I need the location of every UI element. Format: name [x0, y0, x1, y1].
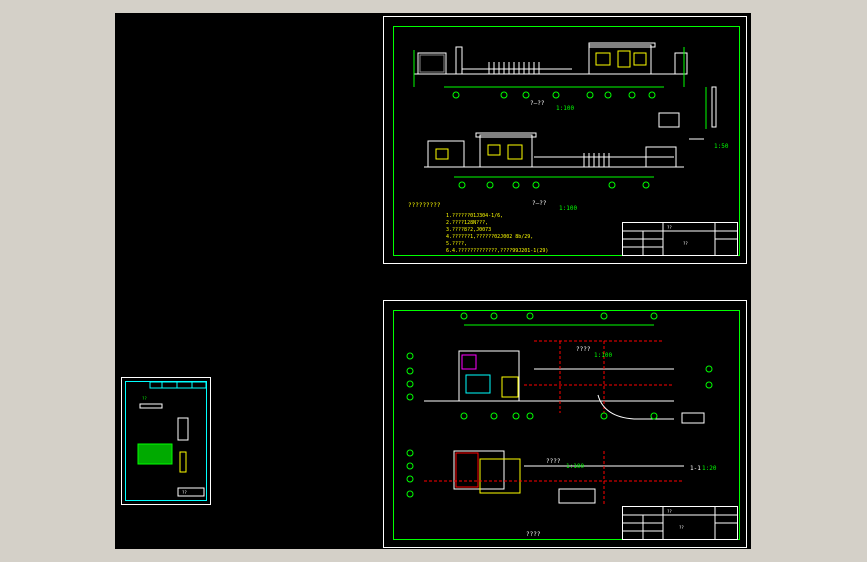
- sheet-plans[interactable]: ???? 1:100 ???? 1:100 1-1 1:20 ???? ?? ?…: [383, 300, 747, 548]
- title-block-plans-drawing-no: ??: [667, 509, 672, 514]
- plan-b-title: ????: [546, 458, 561, 465]
- detail-drawing: [137, 381, 207, 497]
- plan-a-scale: 1:100: [594, 352, 613, 359]
- plan-b-scale: 1:100: [566, 463, 585, 470]
- title-block-drawing-no: ??: [667, 225, 672, 230]
- detail-label-scale: 1:20: [702, 465, 717, 472]
- title-block-sheet: ??: [683, 241, 688, 246]
- section-b-title: ?—??: [532, 200, 547, 207]
- section-b-scale: 1:100: [559, 205, 578, 212]
- section-a-scale: 1:100: [556, 105, 575, 112]
- note-1: 1.??????01J304-1/6,: [446, 213, 504, 219]
- foundation-title: ????: [526, 531, 541, 538]
- notes-heading: ?????????: [408, 202, 441, 209]
- sheet-details[interactable]: ?? ??: [121, 377, 211, 505]
- note-5: 5.????,: [446, 241, 468, 247]
- note-2: 2.????128N???,: [446, 220, 489, 226]
- title-block-plans[interactable]: ?? ??: [622, 506, 738, 540]
- title-block-plans-sheet: ??: [679, 525, 684, 530]
- plan-a-title: ????: [576, 346, 591, 353]
- note-3: 3.????8?2,J0073: [446, 227, 492, 233]
- title-block-grid: [623, 223, 737, 255]
- note-4: 4.??????1,??????02J002 8b/29,: [446, 234, 534, 240]
- cad-model-space[interactable]: ?—?? 1:100 ?—?? 1:100 1:50 ????????? 1.?…: [115, 13, 751, 549]
- title-block[interactable]: ?? ??: [622, 222, 738, 256]
- detail-scale: 1:50: [714, 143, 729, 150]
- detail-sheet-drawing-no: ??: [182, 490, 187, 495]
- note-6: 6.4.?????????????,????99J201-1(29): [446, 248, 549, 254]
- section-a-title: ?—??: [530, 100, 545, 107]
- sheet-elevations[interactable]: ?—?? 1:100 ?—?? 1:100 1:50 ????????? 1.?…: [383, 16, 747, 264]
- title-block-plans-grid: [623, 507, 737, 539]
- detail-sheet-label: ??: [142, 396, 147, 401]
- detail-label: 1-1: [690, 465, 701, 472]
